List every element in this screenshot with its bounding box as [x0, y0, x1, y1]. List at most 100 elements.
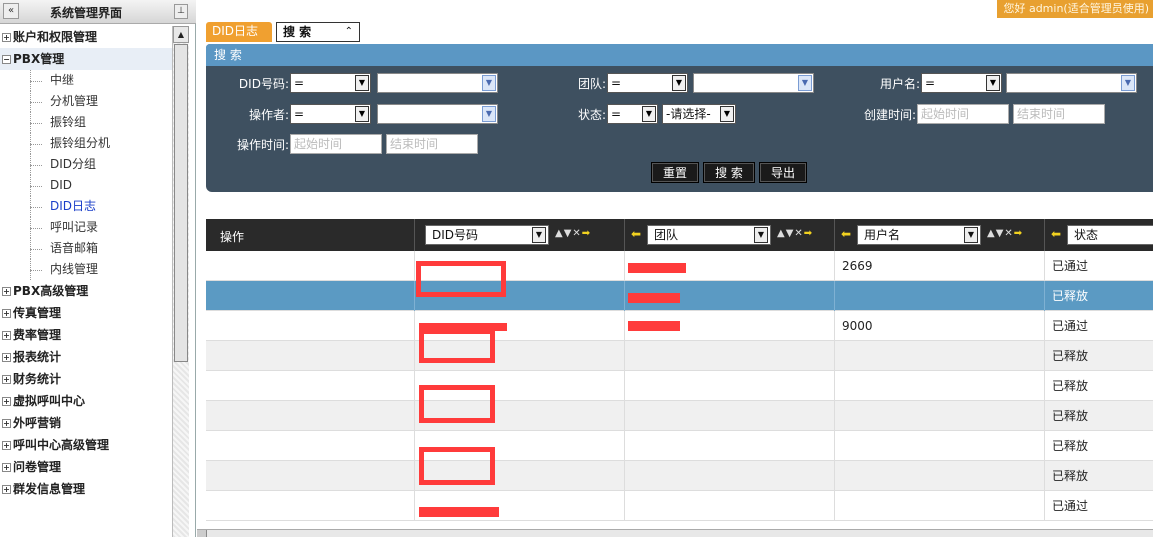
status-label: 状态:	[577, 108, 606, 122]
tab-did-log[interactable]: DID日志	[206, 22, 272, 42]
sidebar-group-label: 呼叫中心高级管理	[13, 438, 110, 452]
move-right-icon[interactable]: ➡	[1014, 228, 1023, 239]
redaction-box	[416, 261, 506, 297]
move-right-icon[interactable]: ➡	[804, 228, 813, 239]
created-label: 创建时间:	[863, 108, 916, 122]
sidebar-group-label: 群发信息管理	[13, 482, 86, 496]
sidebar-item[interactable]: 振铃组分机	[0, 133, 172, 154]
cell-user	[835, 371, 1045, 401]
expand-icon[interactable]: +	[2, 419, 11, 428]
scrollbar-thumb[interactable]	[174, 44, 188, 362]
sort-tools[interactable]: ▲▼✕➡	[987, 228, 1023, 239]
created-from-input[interactable]: 起始时间	[917, 104, 1009, 124]
col-header-user: ⬅ 用户名 ▼ ▲▼✕➡	[835, 219, 1045, 251]
move-right-icon[interactable]: ➡	[582, 228, 591, 239]
sidebar-group[interactable]: + 账户和权限管理	[0, 26, 172, 48]
sidebar-group-label: 问卷管理	[13, 460, 62, 474]
collapse-icon[interactable]: −	[2, 55, 11, 64]
team-operator-select[interactable]: = ▼	[607, 73, 688, 93]
table-cell	[206, 461, 415, 491]
sidebar-scrollbar[interactable]: ▲	[172, 26, 189, 537]
sidebar-group[interactable]: + 外呼营销	[0, 412, 172, 434]
sidebar-group[interactable]: + 虚拟呼叫中心	[0, 390, 172, 412]
redaction-bar	[628, 321, 680, 331]
expand-icon[interactable]: +	[2, 441, 11, 450]
sort-close-icons[interactable]: ▲▼✕	[555, 228, 582, 239]
status-value-select[interactable]: -请选择- ▼	[662, 104, 736, 124]
move-left-icon[interactable]: ⬅	[841, 227, 851, 241]
sidebar-item[interactable]: DID日志	[0, 196, 172, 217]
expand-icon[interactable]: +	[2, 287, 11, 296]
sort-tools[interactable]: ▲▼✕➡	[777, 228, 813, 239]
expand-icon[interactable]: +	[2, 397, 11, 406]
move-left-icon[interactable]: ⬅	[1051, 227, 1061, 241]
sidebar-group[interactable]: + 呼叫中心高级管理	[0, 434, 172, 456]
horizontal-scrollbar[interactable]	[197, 529, 1153, 537]
username-operator-select[interactable]: = ▼	[921, 73, 1002, 93]
table-row[interactable]: 已释放	[206, 401, 1153, 431]
table-row[interactable]: 已通过	[206, 491, 1153, 521]
sidebar-group[interactable]: − PBX管理	[0, 48, 172, 70]
op-time-label: 操作时间:	[236, 138, 289, 152]
sidebar-group[interactable]: + 问卷管理	[0, 456, 172, 478]
collapse-sidebar-icon[interactable]: «	[3, 3, 19, 19]
search-button[interactable]: 搜 索	[703, 162, 755, 183]
op-time-from-input[interactable]: 起始时间	[290, 134, 382, 154]
collapse-search-icon[interactable]: ⌃	[345, 23, 353, 41]
table-row[interactable]: 已释放	[206, 431, 1153, 461]
expand-icon[interactable]: +	[2, 375, 11, 384]
did-column-select[interactable]: DID号码 ▼	[425, 225, 549, 245]
scroll-up-icon[interactable]: ▲	[173, 26, 189, 43]
expand-icon[interactable]: +	[2, 309, 11, 318]
operator-value-select[interactable]: ▼	[377, 104, 498, 124]
sidebar-group-label: PBX管理	[13, 52, 65, 66]
sidebar-item[interactable]: 语音邮箱	[0, 238, 172, 259]
tab-search[interactable]: 搜 索 ⌃	[276, 22, 360, 42]
sidebar-item[interactable]: 呼叫记录	[0, 217, 172, 238]
did-operator-select[interactable]: = ▼	[290, 73, 371, 93]
export-button[interactable]: 导出	[759, 162, 807, 183]
sidebar-item[interactable]: DID	[0, 175, 172, 196]
sidebar-item[interactable]: 分机管理	[0, 91, 172, 112]
sort-close-icons[interactable]: ▲▼✕	[987, 228, 1014, 239]
expand-icon[interactable]: +	[2, 463, 11, 472]
table-row[interactable]: 已释放	[206, 341, 1153, 371]
sidebar-group[interactable]: + 报表统计	[0, 346, 172, 368]
sidebar-group-label: 费率管理	[13, 328, 62, 342]
team-value-select[interactable]: ▼	[693, 73, 814, 93]
sidebar-group[interactable]: + PBX高级管理	[0, 280, 172, 302]
expand-icon[interactable]: +	[2, 485, 11, 494]
table-cell	[625, 341, 835, 371]
sidebar-item[interactable]: 振铃组	[0, 112, 172, 133]
sidebar-group[interactable]: + 传真管理	[0, 302, 172, 324]
reset-button[interactable]: 重置	[651, 162, 699, 183]
cell-user	[835, 431, 1045, 461]
expand-icon[interactable]: +	[2, 33, 11, 42]
op-time-to-input[interactable]: 结束时间	[386, 134, 478, 154]
username-value-select[interactable]: ▼	[1006, 73, 1137, 93]
table-row[interactable]: 已释放	[206, 371, 1153, 401]
table-row[interactable]: 已释放	[206, 461, 1153, 491]
sidebar-group[interactable]: + 费率管理	[0, 324, 172, 346]
sidebar-item[interactable]: 内线管理	[0, 259, 172, 280]
pin-icon[interactable]: ⊥	[174, 4, 188, 19]
sidebar-group[interactable]: + 群发信息管理	[0, 478, 172, 500]
operator-operator-select[interactable]: = ▼	[290, 104, 371, 124]
created-to-input[interactable]: 结束时间	[1013, 104, 1105, 124]
expand-icon[interactable]: +	[2, 353, 11, 362]
did-value-select[interactable]: ▼	[377, 73, 498, 93]
user-column-select[interactable]: 用户名 ▼	[857, 225, 981, 245]
sidebar-item[interactable]: 中继	[0, 70, 172, 91]
move-left-icon[interactable]: ⬅	[631, 227, 641, 241]
expand-icon[interactable]: +	[2, 331, 11, 340]
team-column-select[interactable]: 团队 ▼	[647, 225, 771, 245]
sort-tools[interactable]: ▲▼✕➡	[555, 228, 591, 239]
sidebar-group[interactable]: + 财务统计	[0, 368, 172, 390]
sort-close-icons[interactable]: ▲▼✕	[777, 228, 804, 239]
status-column-select[interactable]: 状态	[1067, 225, 1153, 245]
table-cell	[206, 251, 415, 281]
sidebar-item[interactable]: DID分组	[0, 154, 172, 175]
status-operator-select[interactable]: = ▼	[607, 104, 658, 124]
scroll-left-icon[interactable]	[197, 530, 207, 537]
status-select-value: -请选择-	[666, 107, 711, 121]
